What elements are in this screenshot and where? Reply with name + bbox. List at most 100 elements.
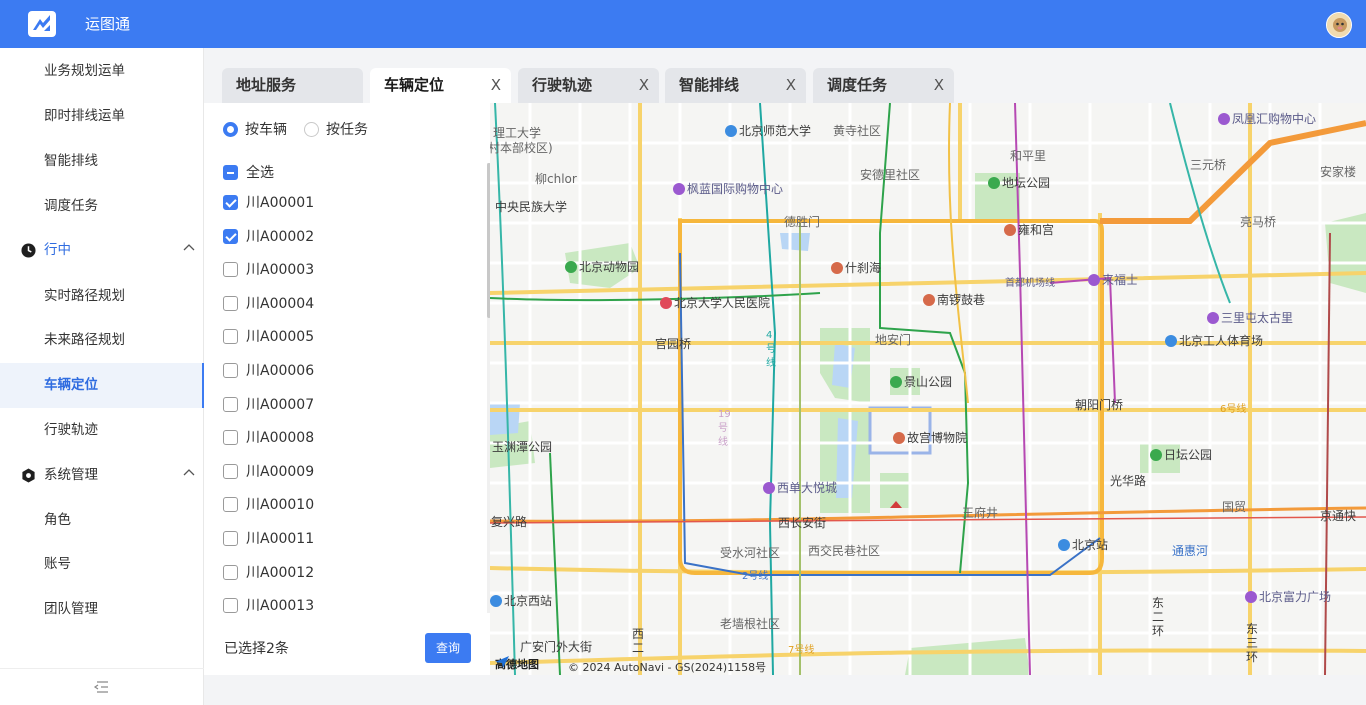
map-label: 2号线 (742, 571, 769, 582)
map-label: 柳chlor (535, 172, 577, 186)
sidebar: 业务规划运单 即时排线运单 智能排线 调度任务 行中 实时路径规划 未来路径规划… (0, 48, 204, 705)
map-poi[interactable]: 什刹海 (831, 261, 881, 275)
poi-pin-icon (1150, 449, 1162, 461)
radio-by-vehicle[interactable]: 按车辆 (223, 120, 287, 140)
vehicle-checkbox-row[interactable]: 川A00004 (223, 293, 314, 315)
poi-pin-icon (1218, 113, 1230, 125)
map-poi[interactable]: 景山公园 (890, 375, 952, 389)
sidebar-group-running[interactable]: 行中 (0, 228, 204, 273)
map-poi[interactable]: 南锣鼓巷 (923, 293, 985, 307)
vehicle-checkbox-row[interactable]: 川A00011 (223, 528, 314, 550)
sidebar-group-system[interactable]: 系统管理 (0, 453, 204, 498)
map-poi[interactable]: 北京富力广场 (1245, 590, 1331, 604)
map-poi[interactable]: 北京工人体育场 (1165, 334, 1263, 348)
vehicle-plate: 川A00001 (246, 195, 315, 211)
map-label: 玉渊潭公园 (492, 440, 553, 454)
map-label: 西长安街 (778, 516, 827, 530)
map-poi[interactable]: 北京动物园 (565, 260, 639, 274)
sidebar-item-instant-routing-waybill[interactable]: 即时排线运单 (0, 94, 204, 139)
sidebar-item-driving-track[interactable]: 行驶轨迹 (0, 408, 204, 453)
chevron-up-icon[interactable] (182, 241, 196, 255)
app-logo-icon[interactable] (28, 11, 56, 37)
sidebar-item-future-route[interactable]: 未来路径规划 (0, 318, 204, 363)
vehicle-checkbox-row[interactable]: 川A00010 (223, 494, 314, 516)
checkbox-unchecked (223, 564, 238, 580)
map-poi[interactable]: 日坛公园 (1150, 448, 1212, 462)
map-label: 德胜门 (784, 215, 821, 229)
close-icon[interactable]: X (786, 68, 796, 102)
vehicle-checkbox-row[interactable]: 川A00005 (223, 326, 314, 348)
sidebar-item-role[interactable]: 角色 (0, 498, 204, 543)
vehicle-checkbox-row[interactable]: 川A00007 (223, 394, 314, 416)
map-label: 7号线 (788, 645, 815, 656)
map-label: 东三环 (1246, 622, 1259, 664)
tab-driving-track[interactable]: 行驶轨迹 X (518, 68, 659, 104)
vehicle-plate: 川A00013 (246, 598, 315, 614)
tab-address-service[interactable]: 地址服务 (222, 68, 363, 104)
vehicle-plate: 川A00009 (246, 463, 315, 480)
vehicle-checkbox-row[interactable]: 川A00006 (223, 360, 314, 382)
close-icon[interactable]: X (639, 68, 649, 102)
poi-pin-icon (1165, 335, 1177, 347)
tab-dispatch-task[interactable]: 调度任务 X (813, 68, 954, 104)
sidebar-item-team-management[interactable]: 团队管理 (0, 587, 204, 632)
close-icon[interactable]: X (934, 68, 944, 102)
poi-pin-icon (893, 432, 905, 444)
map-poi[interactable]: 北京西站 (490, 594, 552, 608)
map-label: 亮马桥 (1240, 215, 1277, 229)
vehicle-plate: 川A00012 (246, 564, 315, 581)
poi-pin-icon (565, 261, 577, 273)
map-label: 安家楼 (1320, 165, 1357, 179)
map-label: 村本部校区) (490, 141, 553, 155)
map-poi[interactable]: 凤凰汇购物中心 (1218, 112, 1316, 126)
map-poi[interactable]: 枫蓝国际购物中心 (673, 182, 783, 196)
vehicle-checkbox-row[interactable]: 川A00009 (223, 461, 314, 483)
sidebar-item-account[interactable]: 账号 (0, 542, 204, 587)
vehicle-checkbox-row[interactable]: 川A00012 (223, 562, 314, 584)
vehicle-checkbox-row[interactable]: 川A00003 (223, 259, 314, 281)
query-button[interactable]: 查询 (425, 633, 471, 663)
map-poi[interactable]: 雍和宫 (1004, 223, 1054, 237)
close-icon[interactable]: X (491, 68, 501, 102)
checkbox-unchecked (223, 295, 238, 311)
poi-pin-icon (673, 183, 685, 195)
poi-pin-icon (1058, 539, 1070, 551)
map-poi[interactable]: 三里屯太古里 (1207, 311, 1293, 325)
select-all-checkbox[interactable]: 全选 (223, 162, 274, 184)
select-all-label: 全选 (246, 165, 274, 181)
map-poi[interactable]: 地坛公园 (988, 176, 1050, 190)
vehicle-checkbox-row[interactable]: 川A00013 (223, 595, 314, 614)
map-poi[interactable]: 北京大学人民医院 (660, 296, 770, 310)
sidebar-item-vehicle-location[interactable]: 车辆定位 (0, 363, 204, 408)
sidebar-item-dispatch-task[interactable]: 调度任务 (0, 184, 204, 229)
map-poi[interactable]: 北京师范大学 (725, 124, 811, 138)
vehicle-plate: 川A00007 (246, 396, 315, 413)
sidebar-item-realtime-route[interactable]: 实时路径规划 (0, 274, 204, 319)
map-poi[interactable]: 西单大悦城 (763, 481, 837, 495)
vehicle-checkbox-row[interactable]: 川A00001 (223, 192, 314, 214)
vehicle-checkbox-row[interactable]: 川A00008 (223, 427, 314, 449)
map-label: 王府井 (962, 506, 999, 520)
selected-count: 已选择2条 (224, 641, 289, 657)
chevron-up-icon[interactable] (182, 466, 196, 480)
vehicle-plate: 川A00005 (246, 329, 315, 346)
navigation-arrow-icon (495, 656, 509, 668)
poi-pin-icon (1207, 312, 1219, 324)
tab-smart-routing[interactable]: 智能排线 X (665, 68, 806, 104)
checkbox-unchecked (223, 363, 238, 378)
sidebar-item-smart-routing[interactable]: 智能排线 (0, 139, 204, 184)
radio-by-task[interactable]: 按任务 (304, 120, 368, 140)
tab-vehicle-location[interactable]: 车辆定位 X (370, 68, 511, 104)
user-avatar[interactable] (1326, 12, 1352, 38)
map-view[interactable]: 理工大学 村本部校区) 北京师范大学 黄寺社区 凤凰汇购物中心 柳chlor 和… (490, 103, 1366, 675)
map-poi[interactable]: 来福士 (1088, 273, 1138, 287)
radio-label: 按任务 (326, 122, 368, 138)
vehicle-checkbox-row[interactable]: 川A00002 (223, 226, 314, 248)
vehicle-plate: 川A00010 (246, 497, 315, 514)
vehicle-plate: 川A00003 (246, 262, 315, 279)
tab-label: 行驶轨迹 (532, 76, 593, 94)
map-poi[interactable]: 故宫博物院 (893, 431, 967, 445)
map-poi[interactable]: 北京站 (1058, 538, 1108, 552)
collapse-menu-icon[interactable] (93, 681, 109, 693)
sidebar-item-business-plan-waybill[interactable]: 业务规划运单 (0, 49, 204, 94)
